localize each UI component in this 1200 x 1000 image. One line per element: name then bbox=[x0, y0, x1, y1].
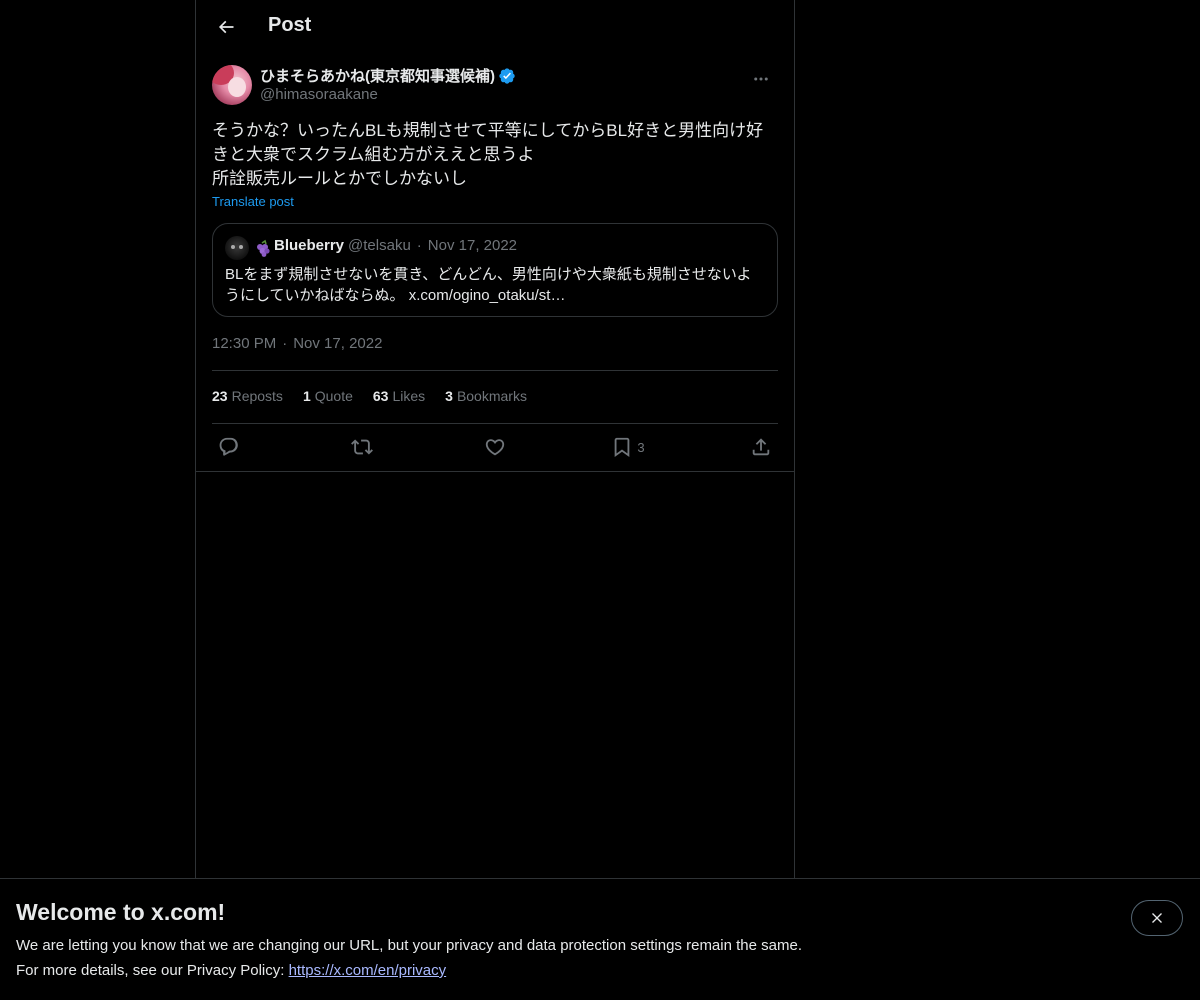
divider bbox=[196, 471, 794, 472]
back-arrow-icon bbox=[218, 20, 234, 34]
author-name-row[interactable]: ひまそらあかね(東京都知事選候補) bbox=[260, 65, 516, 86]
like-button[interactable] bbox=[478, 430, 512, 464]
banner-policy-text: For more details, see our Privacy Policy… bbox=[16, 962, 289, 979]
likes-stat[interactable]: 63 Likes bbox=[373, 388, 425, 404]
more-options-button[interactable] bbox=[744, 62, 778, 96]
quoted-post-date: Nov 17, 2022 bbox=[427, 237, 518, 254]
repost-icon bbox=[351, 439, 373, 455]
translate-post-link[interactable]: Translate post bbox=[212, 194, 294, 209]
banner-title: Welcome to x.com! bbox=[16, 899, 226, 925]
page-header: Post bbox=[196, 0, 794, 54]
close-icon bbox=[1152, 913, 1162, 923]
back-button[interactable] bbox=[208, 9, 244, 45]
reply-button[interactable] bbox=[212, 430, 246, 464]
bookmark-icon bbox=[615, 437, 630, 458]
share-icon bbox=[752, 438, 770, 456]
banner-close-button[interactable] bbox=[1131, 900, 1183, 936]
post-date[interactable]: Nov 17, 2022 bbox=[293, 335, 382, 352]
more-icon bbox=[754, 77, 768, 81]
like-icon bbox=[485, 439, 505, 456]
banner-policy-line: For more details, see our Privacy Policy… bbox=[16, 962, 446, 979]
post-author: ひまそらあかね(東京都知事選候補) @himasoraakane bbox=[212, 64, 778, 108]
page-title: Post bbox=[268, 14, 312, 36]
quoted-author-handle: @telsaku bbox=[348, 237, 411, 254]
quotes-stat[interactable]: 1 Quote bbox=[303, 388, 353, 404]
bookmarks-stat[interactable]: 3 Bookmarks bbox=[445, 388, 527, 404]
post-timestamp[interactable]: 12:30 PM · Nov 17, 2022 bbox=[212, 335, 382, 352]
url-change-banner: Welcome to x.com! We are letting you kno… bbox=[0, 878, 1200, 1000]
quoted-post[interactable]: Blueberry @telsaku · Nov 17, 2022 BLをまず規… bbox=[212, 223, 778, 317]
bookmark-count: 3 bbox=[637, 439, 645, 455]
quoted-post-text: BLをまず規制させないを貫き、どんどん、男性向けや大衆紙も規制させないようにして… bbox=[225, 266, 752, 304]
bookmark-button[interactable]: 3 bbox=[611, 430, 645, 464]
divider bbox=[212, 370, 778, 371]
verified-badge-icon bbox=[498, 67, 516, 85]
separator-dot: · bbox=[416, 237, 422, 254]
author-name[interactable]: ひまそらあかね(東京都知事選候補) bbox=[260, 65, 495, 86]
author-handle[interactable]: @himasoraakane bbox=[260, 86, 378, 103]
post-stats: 23 Reposts 1 Quote 63 Likes 3 Bookmarks bbox=[212, 388, 527, 404]
quoted-post-header: Blueberry @telsaku · Nov 17, 2022 bbox=[274, 237, 517, 254]
separator-dot: · bbox=[282, 335, 288, 352]
post-actions: 3 bbox=[212, 430, 778, 464]
banner-message: We are letting you know that we are chan… bbox=[16, 937, 802, 954]
privacy-policy-link[interactable]: https://x.com/en/privacy bbox=[289, 962, 447, 979]
post-text: そうかな？いったんBLも規制させて平等にしてからBL好きと男性向け好きと大衆でス… bbox=[212, 121, 764, 188]
main-column: Post ひまそらあかね(東京都知事選候補) @himasoraakane そう… bbox=[195, 0, 795, 878]
reply-icon bbox=[219, 437, 238, 456]
author-avatar[interactable] bbox=[212, 65, 252, 105]
quoted-author-name: Blueberry bbox=[274, 237, 345, 254]
post-time[interactable]: 12:30 PM bbox=[212, 335, 276, 352]
divider bbox=[212, 423, 778, 424]
grapes-emoji-icon bbox=[257, 239, 270, 257]
quoted-author-avatar bbox=[225, 236, 249, 260]
repost-button[interactable] bbox=[345, 430, 379, 464]
share-button[interactable] bbox=[744, 430, 778, 464]
reposts-stat[interactable]: 23 Reposts bbox=[212, 388, 283, 404]
